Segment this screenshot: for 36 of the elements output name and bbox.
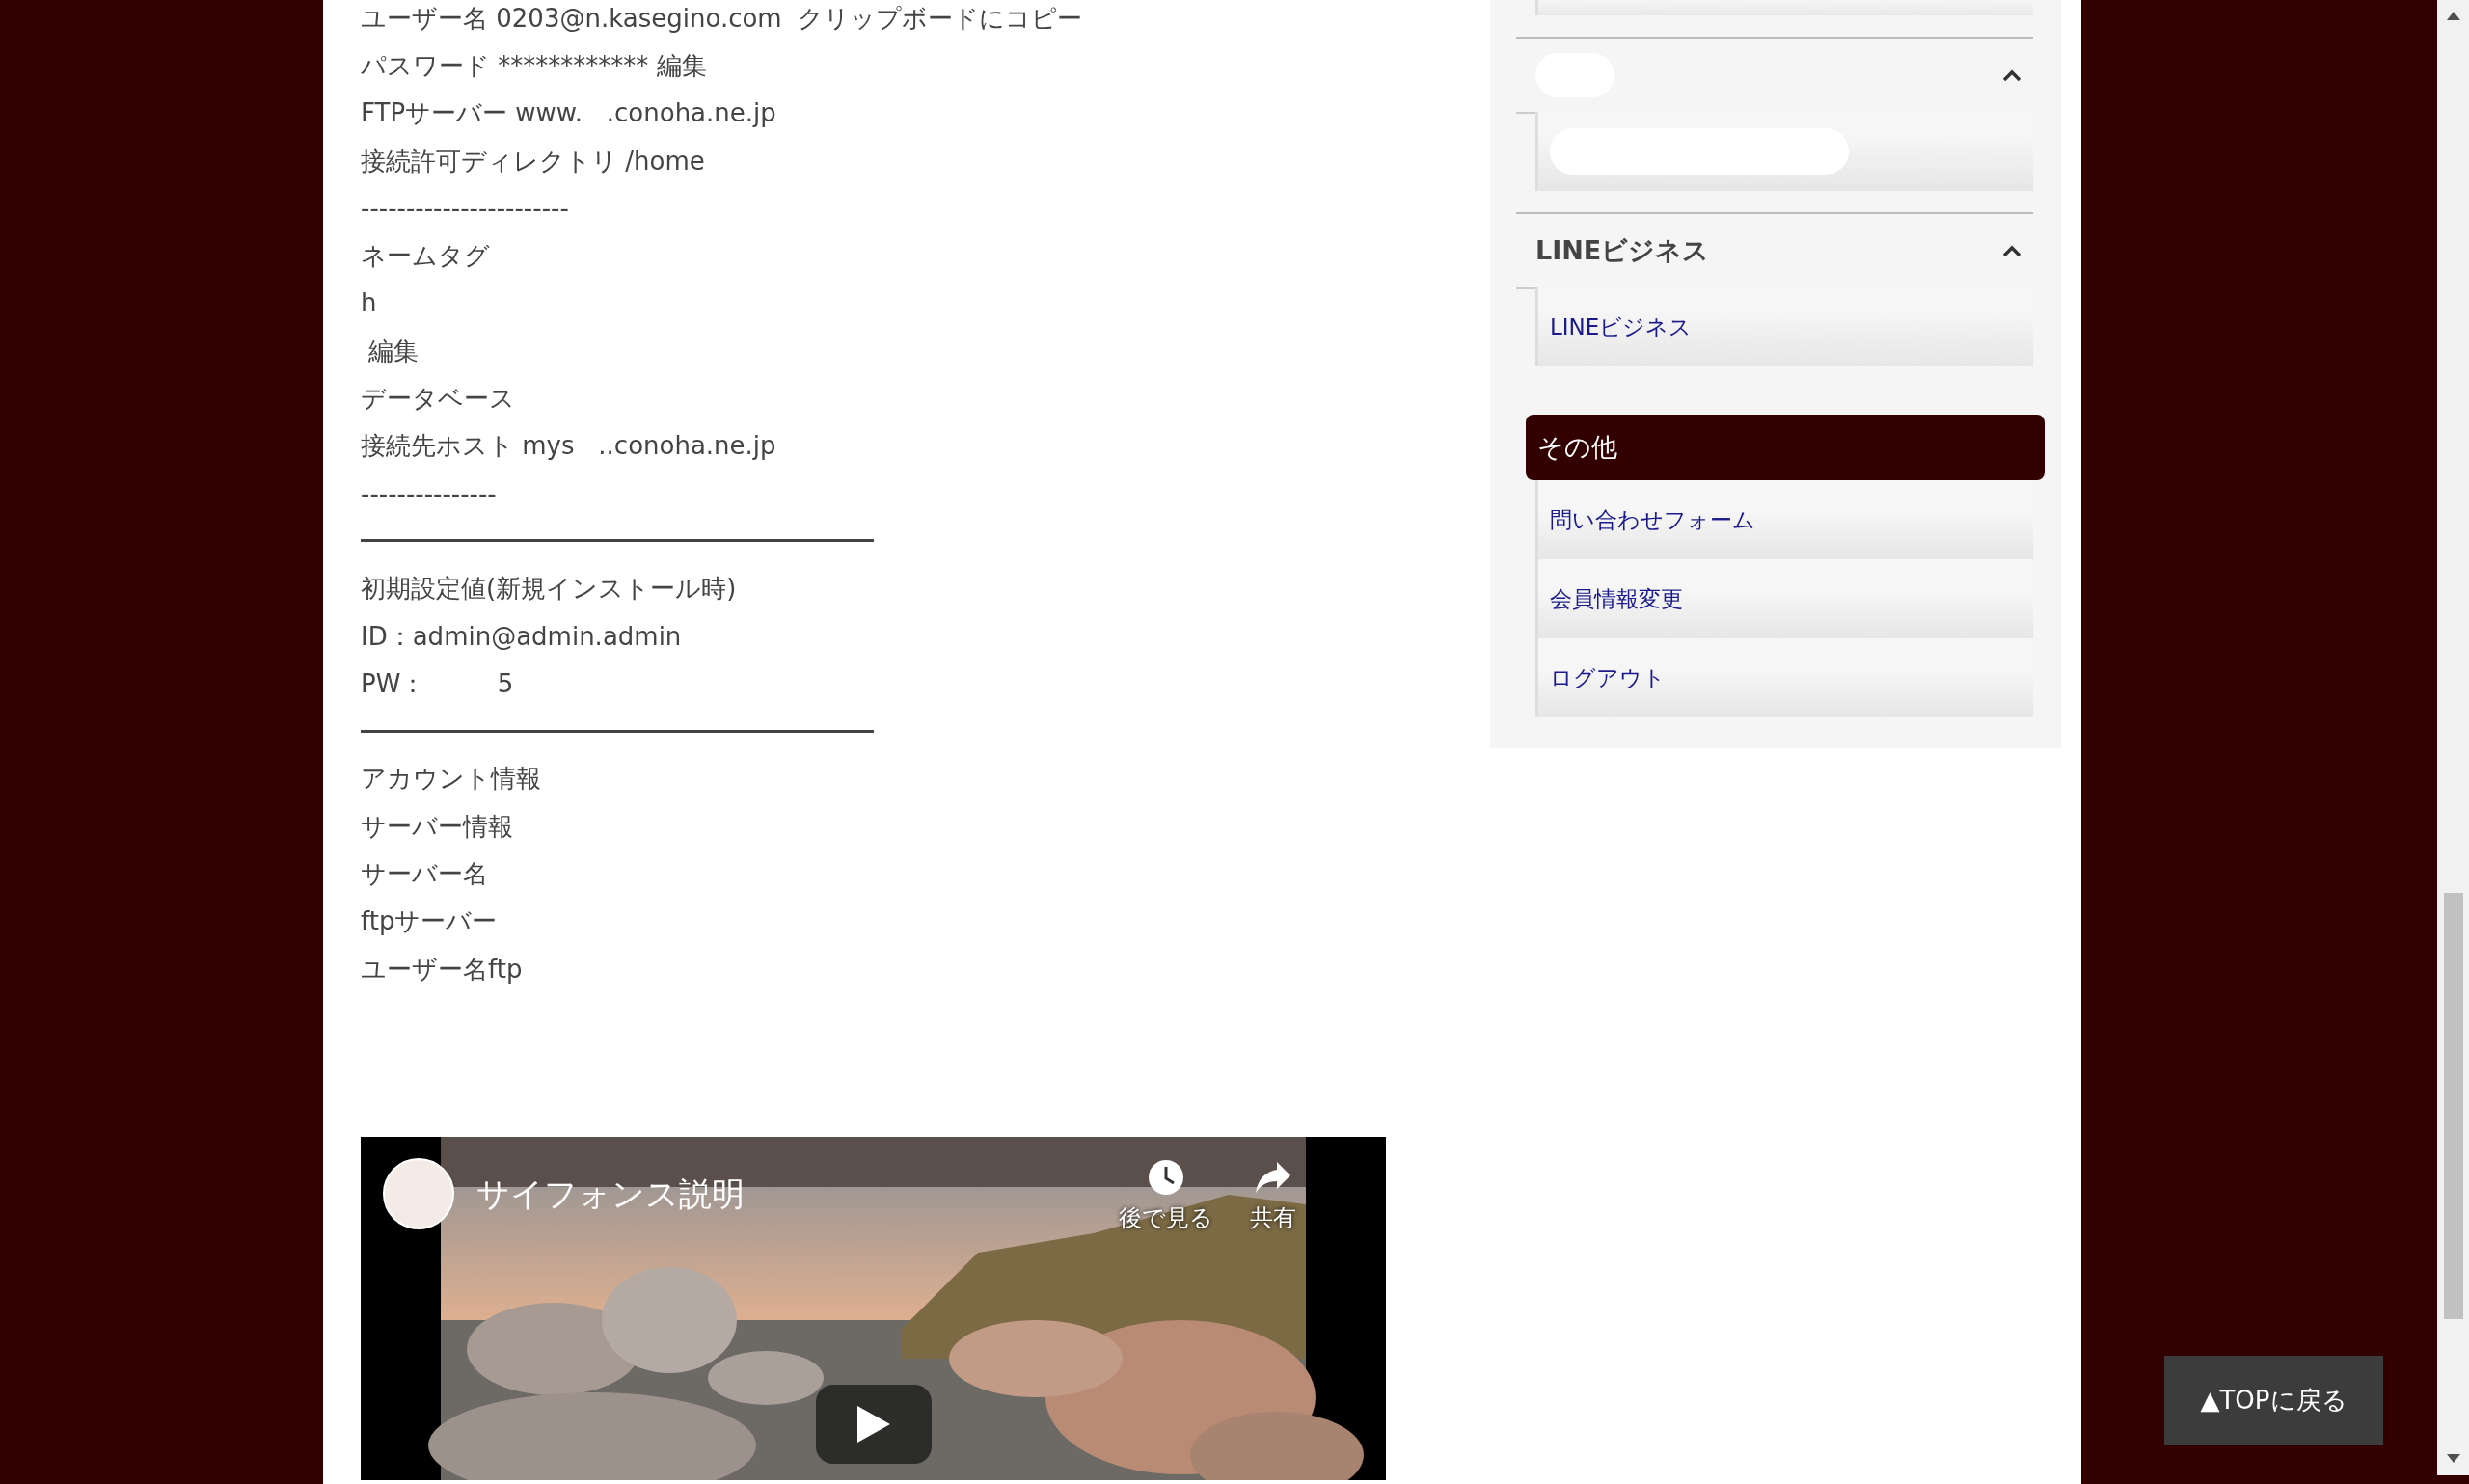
text-line: サーバー名 — [361, 858, 488, 889]
text-line: アカウント情報 — [361, 763, 541, 795]
clock-icon — [1147, 1158, 1185, 1198]
scrollbar[interactable] — [2437, 0, 2469, 1475]
text-line: 接続許可ディレクトリ /home — [361, 145, 705, 176]
text-line: h — [361, 287, 377, 319]
back-to-top-button[interactable]: ▲TOPに戻る — [2164, 1356, 2383, 1445]
chevron-up-icon[interactable] — [2002, 244, 2021, 257]
text-line: 初期設定値(新規インストール時) — [361, 573, 737, 605]
text-line: ID：admin@admin.admin — [361, 620, 682, 652]
scroll-down-icon[interactable] — [2447, 1454, 2460, 1463]
play-icon — [857, 1406, 890, 1444]
text-line: ネームタグ — [361, 240, 490, 272]
sidebar-link[interactable]: ログアウト — [1550, 662, 1666, 693]
scroll-up-icon[interactable] — [2447, 12, 2460, 20]
play-button[interactable] — [816, 1385, 932, 1465]
text-line: --------------- — [361, 477, 497, 509]
menu-header: その他 — [1526, 415, 2045, 480]
text-line: PW： 5 — [361, 667, 514, 699]
text-line: ftpサーバー — [361, 905, 498, 937]
scrollbar-thumb[interactable] — [2444, 893, 2463, 1319]
text-line: ----------------------- — [361, 192, 569, 224]
text-line: 編集 — [367, 335, 420, 366]
share-button[interactable]: 共有 — [1250, 1158, 1296, 1234]
text-line: 接続先ホスト mys ..conoha.ne.jp — [361, 430, 776, 462]
sidebar-link[interactable]: 会員情報変更 — [1550, 583, 1683, 614]
section-heading: LINEビジネス — [1535, 234, 1710, 267]
text-line: FTPサーバー www. .conoha.ne.jp — [361, 97, 776, 129]
text-line: データベース — [361, 383, 515, 414]
chevron-up-icon[interactable] — [2002, 68, 2021, 82]
text-line: ユーザー名ftp — [361, 953, 523, 985]
text-line: サーバー情報 — [361, 810, 513, 842]
text-line: パスワード ************ 編集 — [361, 49, 707, 81]
sidebar-link[interactable]: 問い合わせフォーム — [1550, 504, 1755, 535]
sidebar-link[interactable]: LINEビジネス — [1550, 311, 1693, 342]
text-line: ユーザー名 0203@n.kasegino.com クリップボードにコピー — [361, 2, 1083, 34]
